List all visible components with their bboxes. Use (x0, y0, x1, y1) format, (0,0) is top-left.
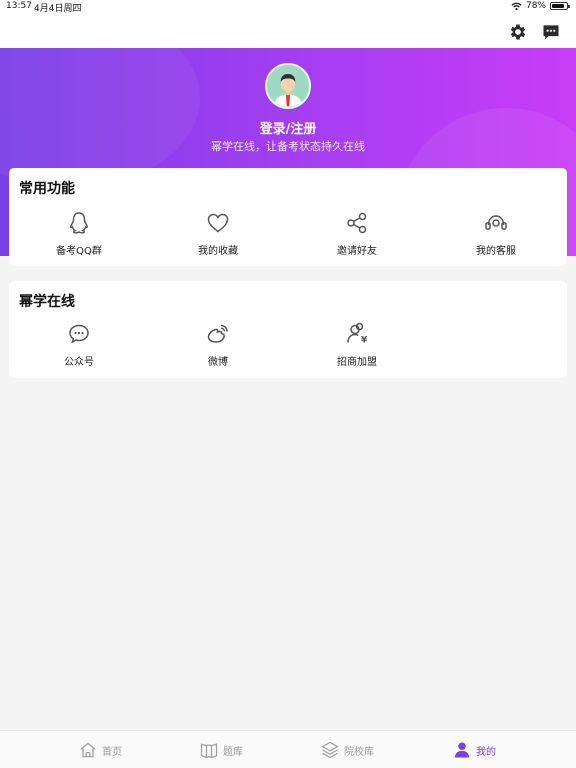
wechat-official-item[interactable]: 公众号 (29, 321, 129, 368)
franchise-label: 招商加盟 (337, 357, 377, 368)
franchise-item[interactable]: ¥ 招商加盟 (307, 321, 407, 368)
favorites-label: 我的收藏 (198, 246, 238, 257)
tab-home-label: 首页 (102, 746, 122, 758)
avatar-person-icon (267, 65, 309, 107)
wechat-icon (69, 324, 89, 344)
heart-icon (207, 213, 229, 233)
share-icon (347, 212, 367, 234)
qq-icon (70, 212, 88, 234)
book-icon (200, 743, 218, 759)
tab-mine-label: 我的 (476, 746, 496, 758)
tab-question-bank-label: 题库 (223, 746, 243, 758)
bottom-tab-bar: 首页 题库 院校库 我的 (0, 730, 576, 768)
status-bar: 13:57 4月4日周四 78% (0, 0, 576, 14)
wechat-official-label: 公众号 (64, 357, 94, 368)
tab-college-library[interactable]: 院校库 (320, 739, 374, 761)
brand-card: 幂学在线 公众号 微博 ¥ 招商加盟 (9, 281, 567, 378)
header-slogan: 幂学在线，让备考状态持久在线 (211, 140, 365, 153)
status-time: 13:57 (6, 1, 32, 11)
status-right: 78% (511, 1, 570, 11)
user-icon (454, 742, 470, 758)
tab-home[interactable]: 首页 (78, 739, 122, 761)
qq-group-label: 备考QQ群 (56, 246, 102, 257)
gear-icon[interactable] (508, 22, 528, 42)
top-nav (0, 14, 576, 48)
section-title: 幂学在线 (19, 294, 75, 310)
svg-text:¥: ¥ (361, 336, 368, 346)
wifi-icon (511, 2, 522, 10)
common-functions-card: 常用功能 备考QQ群 我的收藏 邀请好友 我的客服 (9, 168, 567, 266)
battery-percent: 78% (525, 1, 546, 11)
tab-mine[interactable]: 我的 (452, 739, 496, 761)
layers-icon (321, 741, 339, 759)
message-icon[interactable] (541, 22, 561, 42)
customer-service-label: 我的客服 (476, 246, 516, 257)
franchise-icon: ¥ (347, 322, 368, 346)
invite-friends-label: 邀请好友 (337, 246, 377, 257)
favorites-item[interactable]: 我的收藏 (168, 210, 268, 257)
headset-icon (485, 215, 507, 230)
weibo-label: 微博 (208, 357, 228, 368)
weibo-icon (207, 324, 228, 343)
section-title: 常用功能 (19, 181, 75, 197)
tab-college-library-label: 院校库 (344, 746, 374, 758)
home-icon (80, 742, 96, 758)
customer-service-item[interactable]: 我的客服 (446, 210, 546, 257)
tab-question-bank[interactable]: 题库 (199, 739, 243, 761)
avatar[interactable] (265, 63, 311, 109)
weibo-item[interactable]: 微博 (168, 321, 268, 368)
invite-friends-item[interactable]: 邀请好友 (307, 210, 407, 257)
status-date: 4月4日周四 (34, 4, 82, 14)
battery-icon (550, 2, 570, 10)
qq-group-item[interactable]: 备考QQ群 (29, 210, 129, 257)
login-register-link[interactable]: 登录/注册 (0, 118, 576, 137)
